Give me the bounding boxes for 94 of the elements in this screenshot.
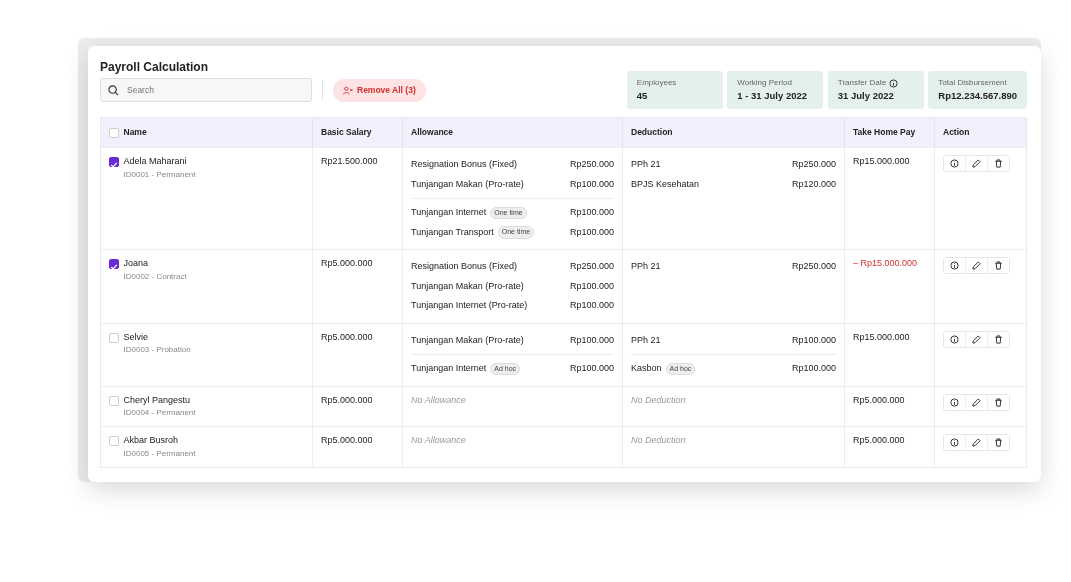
pencil-icon [972,438,981,447]
employee-name: Adela Maharani [123,155,188,168]
deduction-label: PPh 21 [631,158,661,171]
allowance-amount: Rp100.000 [569,206,614,219]
employee-id: ID0003 - Probation [123,344,191,356]
column-header: Allowance [411,127,454,138]
summary-value: Rp12.234.567.890 [938,89,1017,103]
allowance-label: Tunjangan Makan (Pro-rate) [411,177,524,191]
column-header: Basic Salary [321,127,372,138]
summary-label: Total Disbursement [938,77,1007,89]
employee-id: ID0004 - Permanent [123,407,196,419]
user-remove-icon [343,85,353,95]
employee-id: ID0002 - Contract [123,270,187,283]
allowance-label: Tunjangan Transport [411,225,494,239]
summary-value: 1 - 31 July 2022 [737,89,808,103]
delete-button[interactable] [987,156,1009,171]
allowance-amount: Rp250.000 [569,260,614,273]
allowance-amount: Rp250.000 [569,158,614,171]
table-cell: Rp5.000.000 [321,394,373,405]
column-header: Deduction [631,127,673,138]
employee-name: Joana [123,257,150,270]
empty-text: No Deduction [631,393,687,407]
summary-label: Employees [636,77,677,89]
take-home-pay: Rp15.000.000 [853,156,910,166]
summary-value: 45 [636,89,649,103]
allowance-amount: Rp100.000 [569,177,614,191]
employee-id: ID0001 - Permanent [123,168,196,181]
select-all-checkbox[interactable] [109,127,119,138]
deduction-amount: Rp100.000 [791,362,836,375]
allowance-label: Resignation Bonus (Fixed) [411,260,518,273]
employee-id: ID0005 - Permanent [123,447,196,460]
allowance-amount: Rp100.000 [569,333,614,347]
trash-icon [994,159,1003,168]
info-icon [950,438,959,447]
search-icon [108,85,119,97]
delete-button[interactable] [987,331,1009,347]
delete-button[interactable] [987,394,1009,410]
empty-text: No Allowance [411,393,467,407]
allowance-amount: Rp100.000 [569,225,614,239]
deduction-label: Kasbon [631,362,662,375]
allowance-amount: Rp100.000 [569,299,614,312]
allowance-label: Tunjangan Makan (Pro-rate) [411,333,524,347]
allowance-label: Tunjangan Makan (Pro-rate) [411,279,524,293]
delete-button[interactable] [987,435,1009,450]
delete-button[interactable] [987,258,1009,273]
table-cell: Rp5.000.000 [321,258,373,268]
column-header: Name [123,126,147,139]
take-home-pay: Rp5.000.000 [853,394,905,405]
summary-label: Working Period [737,77,792,89]
employee-name: Selvie [123,330,149,344]
deduction-label: BPJS Kesehatan [631,177,700,191]
page-title: Payroll Calculation [100,59,210,76]
info-icon [950,397,959,407]
pencil-icon [972,261,981,270]
allowance-label: Tunjangan Internet [411,206,487,219]
deduction-label: PPh 21 [631,333,661,347]
remove-all-button[interactable]: Remove All (3) [333,78,426,102]
employee-name: Akbar Busroh [123,434,180,447]
info-icon [950,159,959,168]
deduction-amount: Rp250.000 [791,158,836,171]
trash-icon [994,334,1003,344]
deduction-amount: Rp250.000 [791,260,836,273]
pencil-icon [972,159,981,168]
deduction-amount: Rp120.000 [791,177,836,191]
take-home-pay: Rp5.000.000 [853,435,905,445]
trash-icon [994,438,1003,447]
deduction-amount: Rp100.000 [791,333,836,347]
column-header: Take Home Pay [853,127,916,138]
allowance-label: Tunjangan Internet (Pro-rate) [411,299,528,312]
summary-value: 31 July 2022 [837,89,895,103]
table-cell: Rp5.000.000 [321,435,373,445]
summary-label: Transfer Date [837,77,887,89]
empty-text: No Deduction [631,434,687,447]
take-home-pay: Rp15.000.000 [853,331,910,342]
column-header: Action [943,127,970,138]
employee-name: Cheryl Pangestu [123,393,192,407]
pencil-icon [972,334,981,344]
row-checkbox[interactable] [109,259,119,269]
trash-icon [994,397,1003,407]
trash-icon [994,261,1003,270]
allowance-amount: Rp100.000 [569,362,614,375]
info-icon [950,334,959,344]
info-icon [950,261,959,270]
allowance-label: Tunjangan Internet [411,362,487,375]
empty-text: No Allowance [411,434,467,447]
deduction-label: PPh 21 [631,260,661,273]
allowance-amount: Rp100.000 [569,279,614,293]
take-home-pay: – Rp15.000.000 [853,258,918,268]
table-cell: Rp21.500.000 [321,156,378,166]
table-cell: Rp5.000.000 [321,331,373,342]
search-field[interactable]: Search [100,78,312,103]
pencil-icon [972,397,981,407]
allowance-label: Resignation Bonus (Fixed) [411,158,518,171]
row-checkbox[interactable] [109,157,119,167]
